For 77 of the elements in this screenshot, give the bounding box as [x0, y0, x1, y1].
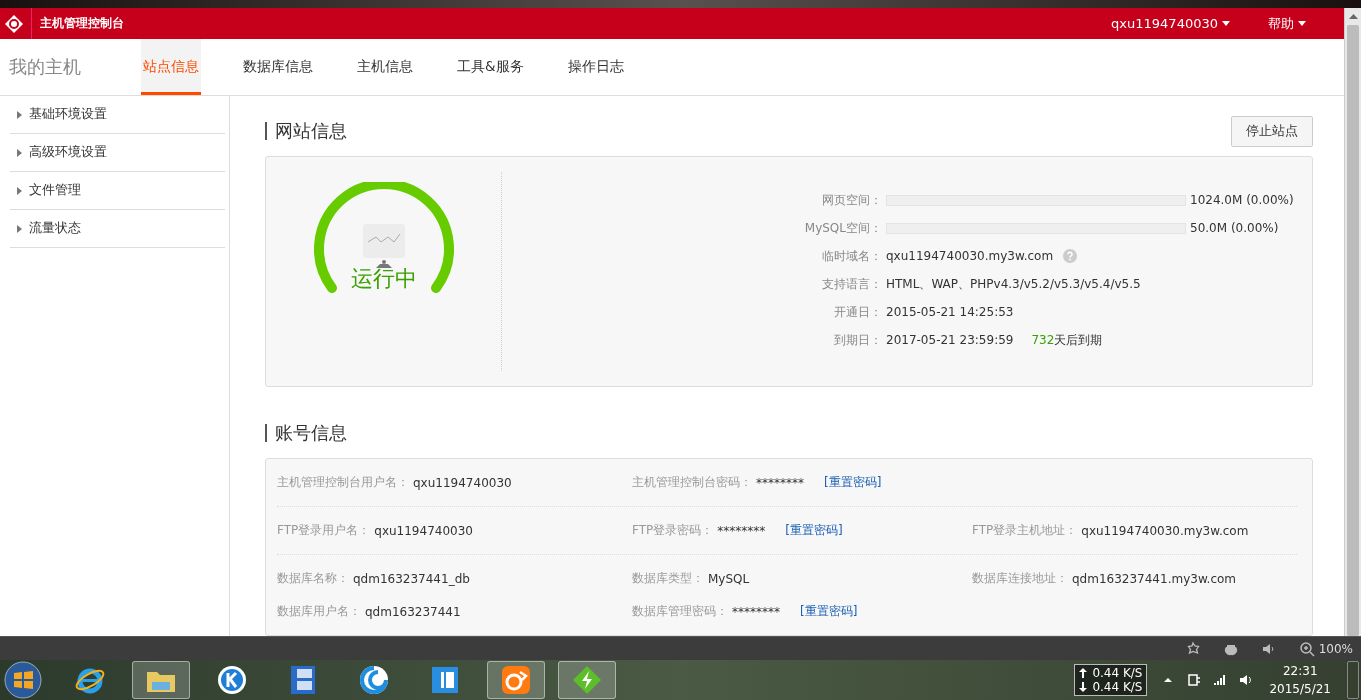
download-speed: 0.44 K/S — [1092, 680, 1143, 694]
info-label: 临时域名： — [821, 247, 883, 265]
monitor-icon — [362, 224, 405, 268]
triangle-icon — [17, 186, 22, 195]
usage-reading: 50.0M (0.00%) — [1190, 221, 1279, 235]
status-text: 运行中 — [349, 265, 418, 293]
swirl-icon — [358, 664, 390, 696]
info-label: 开通日： — [833, 303, 883, 321]
zoom-level[interactable]: 100% — [1318, 641, 1353, 656]
field-value: ******** — [717, 523, 766, 538]
field-value: qdm163237441 — [365, 604, 461, 619]
info-value: HTML、WAP、PHPv4.3/v5.2/v5.3/v5.4/v5.5 — [886, 275, 1141, 293]
zoom-icon[interactable] — [1298, 640, 1315, 657]
clock[interactable]: 22:31 2015/5/21 — [1269, 662, 1331, 698]
caret-icon — [1222, 21, 1230, 26]
reset-password-link[interactable]: [重置密码] — [785, 522, 843, 539]
sidebar-item[interactable]: 基础环境设置 — [10, 96, 225, 134]
field-label: 主机管理控制台密码： — [632, 474, 752, 491]
logo-icon — [4, 13, 24, 34]
sidebar-item[interactable]: 文件管理 — [10, 172, 225, 210]
user-menu[interactable]: qxu1194740030 — [1111, 16, 1230, 31]
days-suffix: 天后到期 — [1054, 331, 1103, 349]
field-label: 数据库名称： — [277, 570, 349, 587]
upload-speed: 0.44 K/S — [1092, 666, 1143, 680]
help-menu[interactable]: 帮助 — [1268, 14, 1306, 33]
field-label: 数据库类型： — [632, 570, 704, 587]
field-value: qxu1194740030 — [374, 523, 473, 538]
field-value: qxu1194740030 — [413, 475, 512, 490]
triangle-icon — [17, 110, 22, 119]
caret-icon — [1298, 21, 1306, 26]
field-label: 主机管理控制台用户名： — [277, 474, 409, 491]
field-label: FTP登录用户名： — [277, 522, 371, 539]
triangle-icon — [17, 224, 22, 233]
taskbar-app[interactable] — [487, 661, 545, 699]
info-label: MySQL空间： — [803, 219, 883, 237]
show-desktop-button[interactable] — [1347, 661, 1359, 699]
field-value: qdm163237441.my3w.com — [1072, 571, 1237, 586]
info-label: 支持语言： — [821, 275, 883, 293]
start-button[interactable] — [3, 660, 43, 700]
field-label: 数据库管理密码： — [632, 603, 728, 620]
reset-password-link[interactable]: [重置密码] — [824, 474, 882, 491]
info-label: 到期日： — [833, 331, 883, 349]
section-title: 账号信息 — [265, 424, 347, 442]
info-value: 2015-05-21 14:25:53 — [886, 305, 1014, 319]
scroll-up-icon[interactable] — [1348, 14, 1358, 19]
field-value: MySQL — [708, 571, 750, 586]
nav-tab[interactable]: 操作日志 — [565, 39, 626, 95]
field-label: 数据库用户名： — [277, 603, 361, 620]
info-label: 网页空间： — [821, 191, 883, 209]
grid-icon — [429, 664, 461, 696]
up-arrow-icon — [1079, 668, 1088, 678]
info-value: qxu1194740030.my3w.com — [886, 249, 1054, 263]
scroll-thumb[interactable] — [1347, 25, 1359, 636]
field-value: qxu1194740030.my3w.com — [1081, 523, 1249, 538]
sidebar-item[interactable]: 高级环境设置 — [10, 134, 225, 172]
nav-tab[interactable]: 主机信息 — [355, 39, 415, 95]
triangle-icon — [17, 148, 22, 157]
section-title: 网站信息 — [265, 122, 347, 140]
field-value: qdm163237441_db — [353, 571, 470, 586]
field-value: ******** — [732, 604, 780, 619]
field-label: FTP登录密码： — [632, 522, 714, 539]
nav-tab[interactable]: 数据库信息 — [241, 39, 315, 95]
brand-text: 我的主机 — [8, 55, 82, 79]
usage-reading: 1024.0M (0.00%) — [1190, 193, 1294, 207]
field-label: 数据库连接地址： — [972, 570, 1068, 587]
reset-password-link[interactable]: [重置密码] — [800, 603, 858, 620]
nav-tab[interactable]: 工具&服务 — [455, 39, 526, 95]
info-value: 2017-05-21 23:59:59 — [886, 333, 1014, 347]
k-circle-icon — [216, 664, 248, 696]
scrollbar[interactable] — [1344, 8, 1361, 636]
field-value: ******** — [756, 475, 804, 490]
down-arrow-icon — [1079, 682, 1088, 692]
days-count: 732 — [1031, 333, 1055, 347]
sidebar-item[interactable]: 流量状态 — [10, 210, 225, 248]
lightning-icon — [571, 664, 603, 696]
stop-site-button[interactable]: 停止站点 — [1231, 115, 1313, 147]
field-label: FTP登录主机地址： — [972, 522, 1078, 539]
